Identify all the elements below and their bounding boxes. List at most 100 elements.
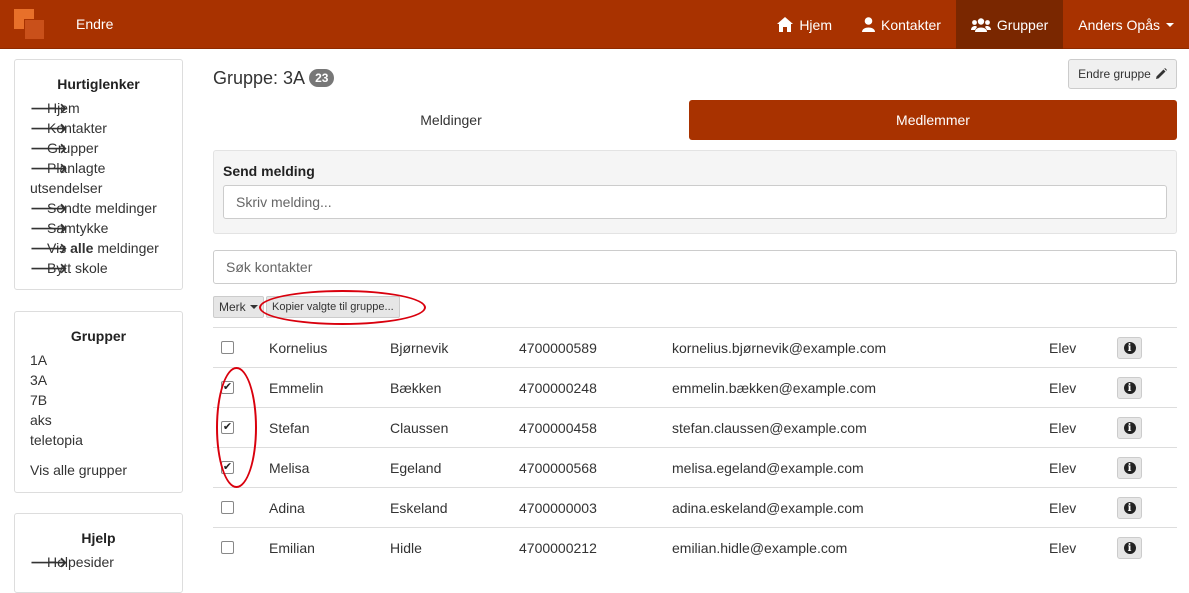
phone-number: 4700000458 [519, 420, 597, 436]
page-title: Gruppe: 3A 23 [213, 68, 335, 89]
first-name: Emmelin [269, 380, 324, 396]
help-panel: Hjelp 🡒Helpesider [14, 513, 183, 593]
info-button[interactable]: i [1117, 457, 1142, 479]
role: Elev [1049, 500, 1077, 516]
info-icon: i [1123, 462, 1136, 474]
user-name: Anders Opås [1078, 16, 1160, 33]
email-address: emmelin.bækken@example.com [672, 380, 877, 396]
last-name: Egeland [390, 460, 442, 476]
quicklink-sendte[interactable]: 🡒Sendte meldinger [30, 198, 167, 218]
email-address: melisa.egeland@example.com [672, 460, 864, 476]
groups-panel: Grupper 1A 3A 7B aks teletopia Vis alle … [14, 311, 183, 493]
tab-meldinger[interactable]: Meldinger [213, 100, 689, 140]
row-checkbox[interactable] [221, 341, 234, 354]
app-logo[interactable] [14, 9, 46, 41]
quicklink-kontakter[interactable]: 🡒Kontakter [30, 118, 167, 138]
first-name: Kornelius [269, 340, 328, 356]
group-link-7b[interactable]: 7B [30, 390, 167, 410]
phone-number: 4700000248 [519, 380, 597, 396]
arrow-right-icon: 🡒 [30, 220, 68, 236]
last-name: Claussen [390, 420, 449, 436]
phone-number: 4700000212 [519, 540, 597, 556]
groups-show-all-link[interactable]: Vis alle grupper [30, 460, 167, 480]
info-button[interactable]: i [1117, 497, 1142, 519]
tab-medlemmer[interactable]: Medlemmer [689, 100, 1177, 140]
info-icon: i [1123, 342, 1136, 354]
table-row: Adina Eskeland 4700000003 adina.eskeland… [213, 487, 1177, 527]
row-checkbox[interactable]: ✔ [221, 461, 234, 474]
user-menu[interactable]: Anders Opås [1063, 0, 1189, 49]
role: Elev [1049, 340, 1077, 356]
last-name: Eskeland [390, 500, 448, 516]
quicklink-bytt-skole[interactable]: 🡒Bytt skole [30, 258, 167, 278]
arrow-right-icon: 🡒 [30, 160, 68, 176]
quicklink-hjem[interactable]: 🡒Hjem [30, 98, 167, 118]
table-row: ✔ Stefan Claussen 4700000458 stefan.clau… [213, 407, 1177, 447]
member-count-badge: 23 [309, 69, 335, 88]
row-checkbox[interactable] [221, 541, 234, 554]
first-name: Melisa [269, 460, 310, 476]
top-navbar: Endre Hjem Kontakter Grupper Anders Opås [0, 0, 1189, 49]
row-checkbox[interactable]: ✔ [221, 381, 234, 394]
arrow-right-icon: 🡒 [30, 240, 68, 256]
home-icon [777, 17, 794, 32]
role: Elev [1049, 540, 1077, 556]
table-row: Kornelius Bjørnevik 4700000589 kornelius… [213, 327, 1177, 367]
info-button[interactable]: i [1117, 417, 1142, 439]
users-icon [970, 17, 991, 32]
nav-grupper-label: Grupper [996, 16, 1049, 33]
info-icon: i [1123, 542, 1136, 554]
arrow-right-icon: 🡒 [30, 200, 68, 216]
brand-link[interactable]: Endre [76, 16, 113, 32]
contact-search-input[interactable] [213, 250, 1177, 284]
arrow-right-icon: 🡒 [30, 120, 68, 136]
members-table: Kornelius Bjørnevik 4700000589 kornelius… [213, 327, 1177, 567]
role: Elev [1049, 460, 1077, 476]
quicklink-planlagte[interactable]: 🡒Planlagte utsendelser [30, 158, 167, 198]
row-checkbox[interactable]: ✔ [221, 421, 234, 434]
nav-home[interactable]: Hjem [762, 0, 847, 49]
nav-kontakter[interactable]: Kontakter [847, 0, 956, 49]
quicklinks-panel: Hurtiglenker 🡒Hjem 🡒Kontakter 🡒Grupper 🡒… [14, 59, 183, 290]
info-icon: i [1123, 502, 1136, 514]
user-icon [861, 17, 875, 32]
nav-home-label: Hjem [799, 16, 832, 33]
info-button[interactable]: i [1117, 337, 1142, 359]
first-name: Stefan [269, 420, 310, 436]
select-dropdown-button[interactable]: Merk [213, 296, 264, 318]
caret-down-icon [1166, 22, 1174, 27]
info-button[interactable]: i [1117, 377, 1142, 399]
quicklinks-title: Hurtiglenker [57, 76, 140, 92]
arrow-right-icon: 🡒 [30, 554, 68, 570]
group-link-1a[interactable]: 1A [30, 350, 167, 370]
nav-grupper[interactable]: Grupper [955, 0, 1064, 49]
pencil-icon [1155, 68, 1167, 79]
message-input[interactable] [223, 185, 1167, 219]
quicklink-vis-alle[interactable]: 🡒Vis alle meldinger [30, 238, 167, 258]
role: Elev [1049, 380, 1077, 396]
info-button[interactable]: i [1117, 537, 1142, 559]
group-link-3a[interactable]: 3A [30, 370, 167, 390]
send-message-box: Send melding [213, 150, 1177, 234]
group-link-teletopia[interactable]: teletopia [30, 430, 167, 450]
phone-number: 4700000589 [519, 340, 597, 356]
group-link-aks[interactable]: aks [30, 410, 167, 430]
row-checkbox[interactable] [221, 501, 234, 514]
copy-to-group-button[interactable]: Kopier valgte til gruppe... [266, 296, 400, 318]
first-name: Emilian [269, 540, 315, 556]
email-address: stefan.claussen@example.com [672, 420, 867, 436]
table-row: ✔ Melisa Egeland 4700000568 melisa.egela… [213, 447, 1177, 487]
nav-kontakter-label: Kontakter [880, 16, 941, 33]
phone-number: 4700000568 [519, 460, 597, 476]
info-icon: i [1123, 422, 1136, 434]
help-link[interactable]: 🡒Helpesider [30, 552, 167, 572]
first-name: Adina [269, 500, 305, 516]
send-message-title: Send melding [223, 163, 315, 179]
edit-group-button[interactable]: Endre gruppe [1068, 59, 1177, 89]
caret-down-icon [249, 305, 258, 309]
quicklink-samtykke[interactable]: 🡒Samtykke [30, 218, 167, 238]
quicklink-grupper[interactable]: 🡒Grupper [30, 138, 167, 158]
table-row: ✔ Emmelin Bækken 4700000248 emmelin.bækk… [213, 367, 1177, 407]
last-name: Bjørnevik [390, 340, 449, 356]
arrow-right-icon: 🡒 [30, 100, 68, 116]
